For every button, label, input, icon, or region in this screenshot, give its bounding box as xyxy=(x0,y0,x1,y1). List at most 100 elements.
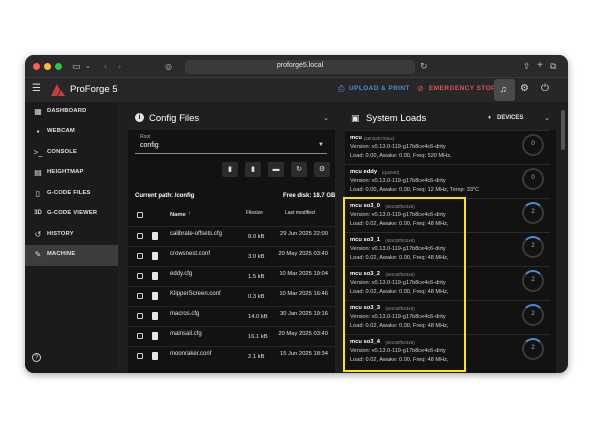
select-all-checkbox[interactable] xyxy=(137,212,143,218)
file-name[interactable]: macros.cfg xyxy=(170,310,238,318)
table-row[interactable]: moonraker.conf 2.1 kB 15 Jun 2025 18:34 xyxy=(128,346,335,366)
chevron-down-icon[interactable]: ⌄ xyxy=(85,62,91,71)
load-gauge: 0 xyxy=(522,134,544,156)
file-name[interactable]: calibrate-offsets.cfg xyxy=(170,230,238,238)
back-icon[interactable]: ‹ xyxy=(104,62,107,71)
table-row[interactable]: KlipperScreen.conf 0.3 kB 10 Mar 2025 16:4… xyxy=(128,286,335,306)
mcu-card: mcu eddy (rp2040) Version: v0.13.0-119-g17… xyxy=(345,164,550,197)
table-row[interactable]: macros.cfg 14.0 kB 30 Jan 2025 19:16 xyxy=(128,306,335,326)
sidebar-item-console[interactable]: >_ CONSOLE xyxy=(25,143,118,163)
address-bar[interactable]: proforge5.local xyxy=(185,60,415,74)
bell-icon: ♫ xyxy=(500,84,507,94)
browser-window: ▭ ⌄ ‹ › ◎ proforge5.local ↻ ⇪ + ⧉ ☰ ProF… xyxy=(25,55,568,373)
file-name[interactable]: eddy.cfg xyxy=(170,270,238,278)
column-name[interactable]: Name xyxy=(170,212,186,218)
zoom-window-button[interactable] xyxy=(55,63,62,70)
table-row[interactable]: mainsail.cfg 16.1 kB 20 May 2025 03:40 xyxy=(128,326,335,346)
column-filesize[interactable]: Filesize xyxy=(246,210,263,216)
root-select[interactable]: Root config ▼ xyxy=(135,134,327,154)
create-file-button[interactable]: ▮ xyxy=(245,162,261,177)
file-size: 2.1 kB xyxy=(248,354,265,360)
mcu-name: mcu xyxy=(350,135,362,141)
file-modified: 10 Mar 2025 16:46 xyxy=(279,291,328,297)
collapse-chevron-icon[interactable]: ⌄ xyxy=(323,114,329,122)
emergency-stop-button[interactable]: EMERGENCY STOP xyxy=(429,85,496,92)
forward-icon[interactable]: › xyxy=(118,62,121,71)
sidebar-item-heightmap[interactable]: ▤ HEIGHTMAP xyxy=(25,163,118,183)
new-folder-button[interactable]: ▬ xyxy=(268,162,284,177)
row-checkbox[interactable] xyxy=(137,313,143,319)
sidebar-item-gcode-viewer[interactable]: 3D G-CODE VIEWER xyxy=(25,204,118,224)
file-icon xyxy=(152,292,158,300)
file-modified: 29 Jun 2025 22:00 xyxy=(279,231,328,237)
file-name[interactable]: KlipperScreen.conf xyxy=(170,290,238,298)
file-name[interactable]: moonraker.conf xyxy=(170,350,238,358)
collapse-chevron-icon[interactable]: ⌄ xyxy=(544,114,550,122)
menu-icon[interactable]: ☰ xyxy=(32,83,41,94)
sidebar-toggle-icon[interactable]: ▭ xyxy=(72,62,81,71)
file-size: 8.0 kB xyxy=(248,234,265,240)
file-name[interactable]: crowsnest.conf xyxy=(170,250,238,258)
scrollbar[interactable] xyxy=(561,110,565,150)
row-checkbox[interactable] xyxy=(137,293,143,299)
power-icon[interactable]: ⏻ xyxy=(541,83,549,94)
chip-icon: ▣ xyxy=(351,113,360,123)
help-icon[interactable]: ? xyxy=(32,353,41,362)
sidebar-item-label: WEBCAM xyxy=(47,128,75,134)
mcu-version: Version: v0.13.0-119-g17b8ce4c6-dirty xyxy=(350,144,446,150)
row-checkbox[interactable] xyxy=(137,333,143,339)
browser-toolbar: ▭ ⌄ ‹ › ◎ proforge5.local ↻ ⇪ + ⧉ xyxy=(25,55,568,78)
settings-gear-icon[interactable]: ⚙ xyxy=(520,83,529,94)
mcu-version: Version: v0.13.0-119-g17b8ce4c6-dirty xyxy=(350,178,446,184)
load-gauge: 2 xyxy=(522,202,544,224)
row-checkbox[interactable] xyxy=(137,253,143,259)
table-row[interactable]: eddy.cfg 1.5 kB 10 Mar 2025 19:04 xyxy=(128,266,335,286)
share-icon[interactable]: ⇪ xyxy=(523,62,531,71)
row-checkbox[interactable] xyxy=(137,273,143,279)
app-title: ProForge 5 xyxy=(70,84,118,95)
sidebar-item-label: G-CODE VIEWER xyxy=(47,210,98,216)
file-name[interactable]: mainsail.cfg xyxy=(170,330,238,338)
console-icon: >_ xyxy=(33,148,43,157)
root-label: Root xyxy=(140,134,151,140)
table-row[interactable]: calibrate-offsets.cfg 8.0 kB 29 Jun 2025 2… xyxy=(128,226,335,246)
sidebar-item-label: DASHBOARD xyxy=(47,108,87,114)
new-file-button[interactable]: ▮ xyxy=(222,162,238,177)
root-value: config xyxy=(140,142,159,149)
devices-button[interactable]: DEVICES xyxy=(497,115,523,121)
app-header: ☰ ProForge 5 ⎙ UPLOAD & PRINT ⊘ EMERGENC… xyxy=(25,78,568,102)
emergency-icon: ⊘ xyxy=(417,84,424,93)
sidebar-item-dashboard[interactable]: ▦ DASHBOARD xyxy=(25,102,118,122)
column-modified[interactable]: Last modified xyxy=(285,210,315,216)
row-checkbox[interactable] xyxy=(137,353,143,359)
sidebar: ▦ DASHBOARD ▪ WEBCAM >_ CONSOLE ▤ HEIGHT… xyxy=(25,102,118,373)
refresh-button[interactable]: ↻ xyxy=(291,162,307,177)
highlight-box xyxy=(343,197,466,372)
sidebar-item-webcam[interactable]: ▪ WEBCAM xyxy=(25,122,118,142)
sidebar-item-machine[interactable]: ✎ MACHINE xyxy=(25,245,118,266)
3d-icon: 3D xyxy=(34,210,42,216)
devices-icon: ♦ xyxy=(488,115,492,121)
sidebar-item-gcode-files[interactable]: ▯ G-CODE FILES xyxy=(25,184,118,204)
reload-icon[interactable]: ↻ xyxy=(420,62,428,71)
file-modified: 30 Jan 2025 19:16 xyxy=(279,311,328,317)
load-gauge-value: 0 xyxy=(531,141,535,147)
tab-overview-icon[interactable]: ⧉ xyxy=(550,62,556,71)
sidebar-item-history[interactable]: ↺ HISTORY xyxy=(25,225,118,245)
upload-print-button[interactable]: UPLOAD & PRINT xyxy=(349,85,410,92)
row-checkbox[interactable] xyxy=(137,233,143,239)
minimize-window-button[interactable] xyxy=(44,63,51,70)
settings-button[interactable]: ⚙ xyxy=(314,162,330,177)
close-window-button[interactable] xyxy=(33,63,40,70)
mcu-chip: (rp2040) xyxy=(381,170,400,175)
file-icon xyxy=(152,252,158,260)
mcu-load: Load: 0.00, Awake: 0.00, Freq: 12 MHz, T… xyxy=(350,187,480,193)
table-row[interactable]: crowsnest.conf 3.0 kB 20 May 2025 03:40 xyxy=(128,246,335,266)
notifications-button[interactable]: ♫ xyxy=(494,79,515,101)
proforge-logo-icon xyxy=(51,84,65,96)
privacy-shield-icon[interactable]: ◎ xyxy=(165,62,172,71)
new-tab-icon[interactable]: + xyxy=(537,61,543,71)
load-gauge-value: 2 xyxy=(531,209,535,215)
load-gauge: 2 xyxy=(522,304,544,326)
file-modified: 20 May 2025 03:40 xyxy=(278,331,328,337)
